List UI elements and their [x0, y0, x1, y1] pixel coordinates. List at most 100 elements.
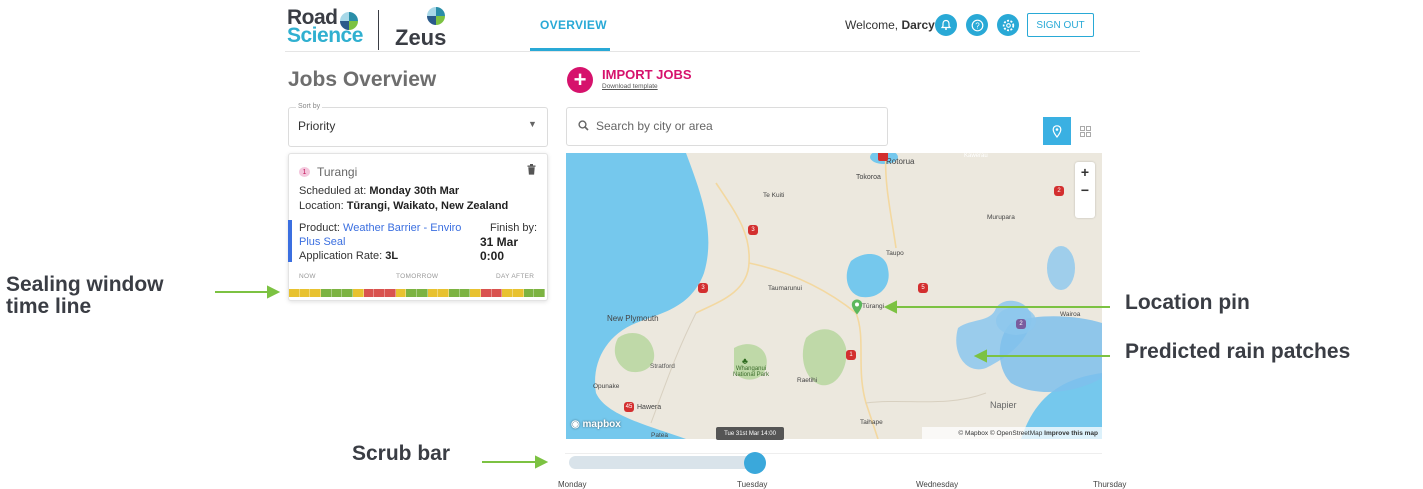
- location-label: Location:: [299, 200, 347, 212]
- download-template-link[interactable]: Download template: [602, 83, 658, 90]
- map-place-label: Taihape: [860, 419, 883, 426]
- zoom-out-button[interactable]: −: [1075, 181, 1095, 199]
- finish-by-label: Finish by:: [490, 222, 538, 234]
- timeline-segment: [427, 289, 439, 297]
- map-place-label: Opunake: [593, 383, 620, 390]
- map-canvas: [566, 153, 1102, 439]
- welcome-prefix: Welcome,: [845, 18, 902, 32]
- day-label-tuesday: Tuesday: [737, 480, 768, 489]
- map-place-label: Wairoa: [1060, 311, 1081, 318]
- trash-icon[interactable]: [527, 164, 536, 178]
- day-label-wednesday: Wednesday: [916, 480, 959, 489]
- annotation-location-pin: Location pin: [1125, 291, 1250, 314]
- bell-icon[interactable]: [935, 14, 957, 36]
- day-label-thursday: Thursday: [1093, 480, 1127, 489]
- page-title: Jobs Overview: [288, 68, 437, 91]
- road-science-logo-icon: [340, 12, 358, 30]
- map-place-label: Tūrangi: [862, 303, 885, 310]
- timeline-segment: [449, 289, 460, 297]
- sort-by-value: Priority: [298, 119, 336, 133]
- timeline-segment: [534, 289, 546, 297]
- timeline-segment: [395, 289, 407, 297]
- scheduled-line: Scheduled at: Monday 30th Mar: [299, 185, 459, 197]
- timeline-segment: [459, 289, 471, 297]
- route-shield: 3: [698, 283, 708, 293]
- product-link-line2[interactable]: Plus Seal: [299, 236, 345, 248]
- map-place-label: Kawerau: [964, 153, 988, 159]
- scrub-bar-track[interactable]: [569, 456, 759, 469]
- chevron-down-icon: ▼: [528, 119, 537, 129]
- grid-view-toggle[interactable]: [1071, 117, 1099, 145]
- annotation-sealing-window: Sealing window time line: [6, 274, 164, 318]
- map-view-toggle[interactable]: [1043, 117, 1071, 145]
- timeline-label-tomorrow: TOMORROW: [396, 273, 439, 280]
- map-attribution: © Mapbox © OpenStreetMap Improve this ma…: [922, 427, 1102, 439]
- sealing-window-timeline: [289, 289, 546, 297]
- settings-icon[interactable]: [997, 14, 1019, 36]
- timeline-label-now: NOW: [299, 273, 316, 280]
- product-link[interactable]: Weather Barrier - Enviro: [343, 222, 461, 234]
- route-shield: 2: [1054, 186, 1064, 196]
- sign-out-button[interactable]: SIGN OUT: [1027, 13, 1094, 37]
- timeline-segment: [417, 289, 428, 297]
- zeus-logo-icon: [427, 7, 445, 25]
- timeline-segment: [321, 289, 332, 297]
- rate-label: Application Rate:: [299, 250, 386, 262]
- map-pin-icon: [1052, 124, 1062, 138]
- scheduled-label: Scheduled at:: [299, 185, 370, 197]
- job-name: Turangi: [317, 165, 358, 179]
- scheduled-value: Monday 30th Mar: [369, 185, 460, 197]
- route-shield: 3: [748, 225, 758, 235]
- product-line: Product: Weather Barrier - Enviro: [299, 222, 461, 234]
- help-icon[interactable]: ?: [966, 14, 988, 36]
- annotation-rain-patches: Predicted rain patches: [1125, 340, 1351, 363]
- timeline-label-day-after: DAY AFTER: [496, 273, 535, 280]
- map-place-label: Patea: [651, 432, 668, 439]
- route-shield: 45: [624, 402, 634, 412]
- mapbox-logo-text: mapbox: [582, 419, 621, 430]
- timeline-segment: [438, 289, 450, 297]
- annotation-sealing-line2: time line: [6, 295, 92, 318]
- timeline-segment: [353, 289, 364, 297]
- location-pin-icon[interactable]: [851, 299, 863, 320]
- map-place-label: Raetihi: [797, 377, 818, 384]
- map[interactable]: Rotorua Kawerau Tokoroa Te Kuiti Murupar…: [566, 153, 1102, 439]
- timeline-segment: [491, 289, 503, 297]
- route-shield: 5: [918, 283, 928, 293]
- priority-badge: 1: [299, 167, 310, 177]
- zoom-in-button[interactable]: +: [1075, 163, 1095, 181]
- map-place-label: Tokoroa: [856, 174, 881, 181]
- timeline-segment: [363, 289, 375, 297]
- timeline-segment: [374, 289, 386, 297]
- welcome-text: Welcome, Darcy: [845, 18, 935, 32]
- timeline-segment: [502, 289, 514, 297]
- location-line: Location: Tūrangi, Waikato, New Zealand: [299, 200, 508, 212]
- improve-map-link[interactable]: Improve this map: [1044, 430, 1098, 437]
- product-label: Product:: [299, 222, 344, 234]
- timeline-segment: [406, 289, 418, 297]
- route-shield: [878, 153, 888, 161]
- annotation-scrub-bar: Scrub bar: [352, 442, 451, 465]
- welcome-user-name: Darcy: [901, 18, 935, 32]
- finish-by-date: 31 Mar: [480, 235, 519, 249]
- tab-overview[interactable]: OVERVIEW: [540, 18, 607, 32]
- svg-text:?: ?: [975, 21, 980, 30]
- map-attribution-text[interactable]: © Mapbox © OpenStreetMap: [958, 430, 1042, 437]
- map-place-label: Taumarunui: [768, 285, 802, 292]
- mapbox-logo[interactable]: ◉ mapbox: [571, 419, 621, 430]
- map-place-label: New Plymouth: [607, 314, 659, 323]
- timeline-segment: [331, 289, 343, 297]
- day-label-monday: Monday: [558, 480, 587, 489]
- route-shield: 2: [1016, 319, 1026, 329]
- zeus-logo: Zeus: [395, 25, 447, 50]
- sort-by-label: Sort by: [296, 103, 323, 110]
- timeline-segment: [385, 289, 396, 297]
- import-jobs-button[interactable]: IMPORT JOBS: [602, 67, 692, 82]
- timeline-segment: [481, 289, 492, 297]
- timeline-segment: [470, 289, 482, 297]
- map-park-label: Whanganui National Park: [732, 366, 770, 378]
- import-jobs-plus-icon[interactable]: +: [567, 67, 593, 93]
- finish-by-time: 0:00: [480, 249, 505, 263]
- map-place-label: Rotorua: [886, 157, 915, 166]
- scrub-bar-thumb[interactable]: [744, 452, 766, 474]
